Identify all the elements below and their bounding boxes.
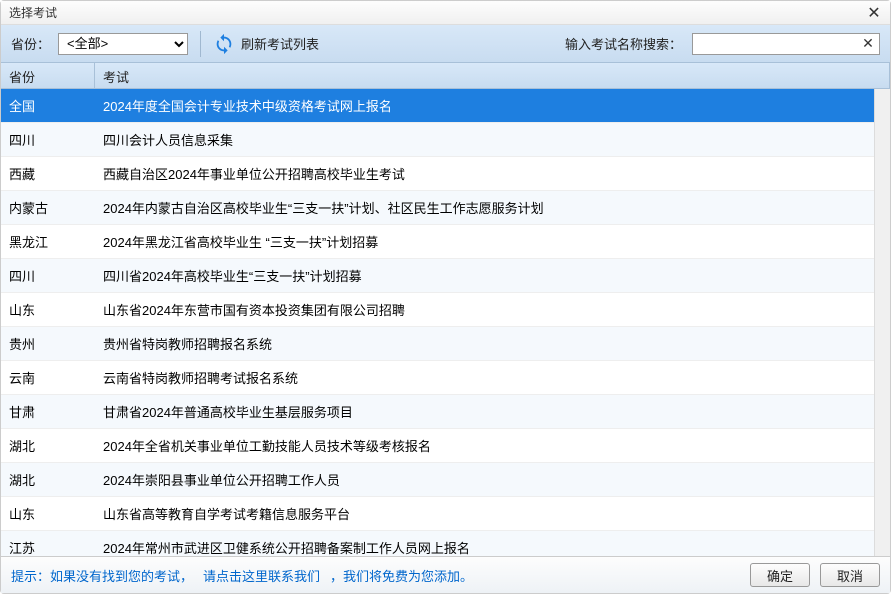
cancel-button[interactable]: 取消: [820, 563, 880, 587]
cell-province: 内蒙古: [1, 198, 95, 217]
refresh-icon: [213, 33, 235, 55]
cell-exam: 四川省2024年高校毕业生“三支一扶”计划招募: [95, 266, 874, 285]
cell-exam: 2024年度全国会计专业技术中级资格考试网上报名: [95, 96, 874, 115]
table-row[interactable]: 西藏西藏自治区2024年事业单位公开招聘高校毕业生考试: [1, 157, 874, 191]
province-label: 省份：: [11, 34, 50, 53]
cell-exam: 2024年全省机关事业单位工勤技能人员技术等级考核报名: [95, 436, 874, 455]
table-row[interactable]: 云南云南省特岗教师招聘考试报名系统: [1, 361, 874, 395]
cell-province: 湖北: [1, 436, 95, 455]
refresh-label: 刷新考试列表: [241, 34, 319, 53]
cell-exam: 2024年常州市武进区卫健系统公开招聘备案制工作人员网上报名: [95, 538, 874, 557]
table-row[interactable]: 湖北2024年全省机关事业单位工勤技能人员技术等级考核报名: [1, 429, 874, 463]
ok-button[interactable]: 确定: [750, 563, 810, 587]
cell-exam: 2024年黑龙江省高校毕业生 “三支一扶”计划招募: [95, 232, 874, 251]
cell-exam: 山东省2024年东营市国有资本投资集团有限公司招聘: [95, 300, 874, 319]
hint-suffix: ，我们将免费为您添加。: [330, 566, 473, 585]
window-title: 选择考试: [9, 4, 57, 21]
table-header: 省份 考试: [1, 63, 890, 89]
cell-province: 山东: [1, 300, 95, 319]
cell-province: 江苏: [1, 538, 95, 557]
cell-exam: 甘肃省2024年普通高校毕业生基层服务项目: [95, 402, 874, 421]
hint-prefix: 提示：如果没有找到您的考试，: [11, 566, 193, 585]
table-row[interactable]: 贵州贵州省特岗教师招聘报名系统: [1, 327, 874, 361]
close-icon[interactable]: ✕: [866, 5, 882, 21]
title-bar: 选择考试 ✕: [1, 1, 890, 25]
cell-province: 贵州: [1, 334, 95, 353]
clear-icon[interactable]: ✕: [859, 35, 877, 53]
table-row[interactable]: 四川四川会计人员信息采集: [1, 123, 874, 157]
table-row[interactable]: 山东山东省2024年东营市国有资本投资集团有限公司招聘: [1, 293, 874, 327]
cell-province: 甘肃: [1, 402, 95, 421]
cell-province: 黑龙江: [1, 232, 95, 251]
table-row[interactable]: 湖北2024年崇阳县事业单位公开招聘工作人员: [1, 463, 874, 497]
table-row[interactable]: 全国2024年度全国会计专业技术中级资格考试网上报名: [1, 89, 874, 123]
cell-province: 云南: [1, 368, 95, 387]
cell-exam: 云南省特岗教师招聘考试报名系统: [95, 368, 874, 387]
cell-province: 四川: [1, 130, 95, 149]
table-row[interactable]: 内蒙古2024年内蒙古自治区高校毕业生“三支一扶”计划、社区民生工作志愿服务计划: [1, 191, 874, 225]
search-input-wrap: ✕: [692, 33, 880, 55]
exam-table: 省份 考试 全国2024年度全国会计专业技术中级资格考试网上报名四川四川会计人员…: [1, 63, 890, 557]
table-row[interactable]: 山东山东省高等教育自学考试考籍信息服务平台: [1, 497, 874, 531]
refresh-button[interactable]: 刷新考试列表: [213, 33, 319, 55]
cell-province: 全国: [1, 96, 95, 115]
hint-link[interactable]: 请点击这里联系我们: [203, 566, 320, 585]
search-label: 输入考试名称搜索：: [565, 34, 682, 53]
table-row[interactable]: 黑龙江2024年黑龙江省高校毕业生 “三支一扶”计划招募: [1, 225, 874, 259]
cell-exam: 2024年崇阳县事业单位公开招聘工作人员: [95, 470, 874, 489]
header-exam[interactable]: 考试: [95, 63, 890, 88]
cell-province: 山东: [1, 504, 95, 523]
cell-exam: 贵州省特岗教师招聘报名系统: [95, 334, 874, 353]
header-province[interactable]: 省份: [1, 63, 95, 88]
table-row[interactable]: 四川四川省2024年高校毕业生“三支一扶”计划招募: [1, 259, 874, 293]
table-row[interactable]: 甘肃甘肃省2024年普通高校毕业生基层服务项目: [1, 395, 874, 429]
cell-exam: 2024年内蒙古自治区高校毕业生“三支一扶”计划、社区民生工作志愿服务计划: [95, 198, 874, 217]
cell-province: 西藏: [1, 164, 95, 183]
cell-province: 四川: [1, 266, 95, 285]
table-body: 全国2024年度全国会计专业技术中级资格考试网上报名四川四川会计人员信息采集西藏…: [1, 89, 890, 557]
province-select[interactable]: <全部>: [58, 33, 188, 55]
table-row[interactable]: 江苏2024年常州市武进区卫健系统公开招聘备案制工作人员网上报名: [1, 531, 874, 557]
cell-exam: 西藏自治区2024年事业单位公开招聘高校毕业生考试: [95, 164, 874, 183]
cell-exam: 四川会计人员信息采集: [95, 130, 874, 149]
scrollbar[interactable]: [874, 89, 890, 556]
toolbar: 省份： <全部> 刷新考试列表 输入考试名称搜索： ✕: [1, 25, 890, 63]
toolbar-divider: [200, 31, 201, 57]
cell-exam: 山东省高等教育自学考试考籍信息服务平台: [95, 504, 874, 523]
search-input[interactable]: [693, 34, 879, 54]
footer: 提示：如果没有找到您的考试， 请点击这里联系我们 ，我们将免费为您添加。 确定 …: [1, 557, 890, 593]
cell-province: 湖北: [1, 470, 95, 489]
